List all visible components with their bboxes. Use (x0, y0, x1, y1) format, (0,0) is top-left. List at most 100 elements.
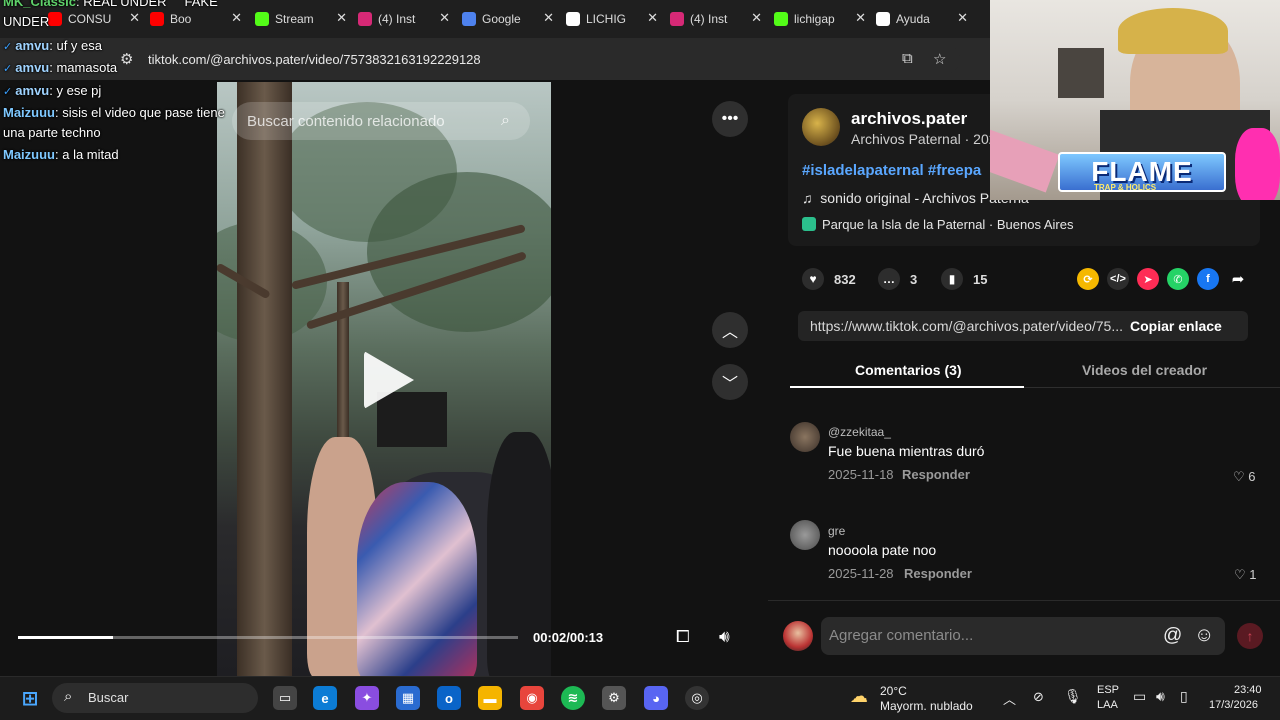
weather-desc[interactable]: Mayorm. nublado (880, 699, 973, 713)
next-video-button[interactable]: ﹀ (712, 364, 748, 400)
send-to-friend-icon[interactable]: ➤ (1137, 268, 1159, 290)
close-tab-icon[interactable]: ✕ (855, 10, 866, 26)
reply-button[interactable]: Responder (902, 467, 970, 482)
comment-like-button[interactable]: ♡ 6 (1233, 469, 1256, 485)
close-tab-icon[interactable]: ✕ (751, 10, 762, 26)
language-code[interactable]: ESP (1097, 684, 1119, 696)
instagram-icon (670, 12, 684, 26)
clock-time[interactable]: 23:40 (1234, 684, 1262, 696)
browser-tab[interactable]: (4) Inst ✕ (670, 6, 762, 32)
embed-icon[interactable]: </> (1107, 268, 1129, 290)
browser-tab[interactable]: Google ✕ (462, 6, 554, 32)
outlook-icon[interactable]: o (437, 686, 461, 710)
edge-icon[interactable]: e (313, 686, 337, 710)
browser-tab-title: LICHIG (586, 12, 627, 26)
bookmark-star-icon[interactable]: ☆ (933, 50, 946, 68)
post-comment-button[interactable]: ↑ (1237, 623, 1263, 649)
chat-text: : mamasota (49, 60, 118, 75)
browser-tab[interactable]: (4) Inst ✕ (358, 6, 450, 32)
verified-badge-icon: ✓ (3, 41, 16, 53)
close-tab-icon[interactable]: ✕ (957, 10, 968, 26)
close-tab-icon[interactable]: ✕ (231, 10, 242, 26)
comment-avatar[interactable] (790, 422, 820, 452)
file-explorer-icon[interactable]: ▬ (478, 686, 502, 710)
post-location[interactable]: Parque la Isla de la Paternal · Buenos A… (802, 217, 1073, 232)
comment-text: noooola pate noo (828, 542, 937, 558)
browser-tab[interactable]: lichigap ✕ (774, 6, 866, 32)
clock-date[interactable]: 17/3/2026 (1209, 699, 1258, 711)
taskbar-search[interactable] (52, 683, 258, 713)
chat-message: ✓ amvu: mamasota (3, 60, 117, 75)
pip-icon[interactable]: ⧠ (676, 627, 690, 647)
chevron-up-icon[interactable]: ︿ (1003, 689, 1016, 708)
comment-username[interactable]: gre (828, 524, 845, 538)
screen: CONSU ✕ Boo ✕ Stream ✕ (4) Inst ✕ Google ✕ LICHIG ✕… (0, 0, 1280, 720)
video-progress-bar[interactable] (18, 636, 518, 639)
display-icon[interactable]: ▭ (1133, 688, 1146, 705)
browser-tab-title: Stream (275, 12, 314, 26)
video-link[interactable]: https://www.tiktok.com/@archivos.pater/v… (810, 318, 1123, 334)
weather-temp[interactable]: 20°C (880, 684, 907, 698)
settings-icon[interactable]: ⚙ (602, 686, 626, 710)
close-tab-icon[interactable]: ✕ (647, 10, 658, 26)
browser-tab[interactable]: CONSU ✕ (48, 6, 140, 32)
creator-username[interactable]: archivos.pater (851, 109, 967, 129)
reply-button[interactable]: Responder (904, 566, 972, 581)
close-tab-icon[interactable]: ✕ (439, 10, 450, 26)
more-options-button[interactable]: ••• (712, 101, 748, 137)
task-view-icon[interactable]: ▭ (273, 686, 297, 710)
battery-icon[interactable]: ▯ (1180, 688, 1188, 705)
like-button[interactable]: ♥ 832 (802, 268, 856, 290)
browser-tab[interactable]: Boo ✕ (150, 6, 242, 32)
browser-tab[interactable]: LICHIG ✕ (566, 6, 658, 32)
obs-icon[interactable]: ◎ (685, 686, 709, 710)
google-icon (566, 12, 580, 26)
copy-link-button[interactable]: Copiar enlace (1130, 318, 1222, 334)
arrow-up-icon: ↑ (1246, 628, 1254, 644)
play-icon[interactable] (364, 351, 414, 409)
heart-icon: ♥ (802, 268, 824, 290)
url-text[interactable]: tiktok.com/@archivos.pater/video/7573832… (148, 52, 481, 67)
close-tab-icon[interactable]: ✕ (129, 10, 140, 26)
network-off-icon[interactable]: ⊘ (1033, 689, 1044, 705)
spotify-icon[interactable]: ≋ (561, 686, 585, 710)
repost-icon[interactable]: ⟳ (1077, 268, 1099, 290)
save-button[interactable]: ▮ 15 (941, 268, 987, 290)
creator-avatar[interactable] (802, 108, 840, 146)
post-hashtags[interactable]: #isladelapaternal #freepa (802, 162, 981, 179)
chrome-icon[interactable]: ◉ (520, 686, 544, 710)
comment-like-button[interactable]: ♡ 1 (1234, 567, 1257, 583)
browser-tab[interactable]: Ayuda ✕ (876, 6, 968, 32)
search-icon[interactable]: ⌕ (501, 112, 510, 130)
speaker-icon[interactable]: 🔊︎ (1156, 688, 1165, 705)
comment-avatar[interactable] (790, 520, 820, 550)
chat-text: : uf y esa (49, 38, 102, 53)
facebook-icon[interactable]: f (1197, 268, 1219, 290)
comment-button[interactable]: … 3 (878, 268, 917, 290)
comment-username[interactable]: @zzekitaa_ (828, 425, 891, 439)
chat-text: : y ese pj (49, 83, 102, 98)
discord-icon[interactable]: ◕ (644, 686, 668, 710)
volume-icon[interactable]: 🔊︎ (719, 627, 730, 647)
browser-tab-title: Boo (170, 12, 192, 26)
store-icon[interactable]: ▦ (396, 686, 420, 710)
share-arrow-icon[interactable]: ➦ (1227, 268, 1249, 290)
chat-message: ✓ amvu: uf y esa (3, 38, 102, 53)
tab-creator-videos[interactable]: Videos del creador (1082, 362, 1207, 378)
weather-icon[interactable]: ☁ (850, 686, 868, 707)
tab-comments[interactable]: Comentarios (3) (855, 362, 962, 378)
site-settings-icon[interactable]: ⚙ (120, 50, 133, 68)
emoji-icon[interactable]: ☺ (1194, 624, 1214, 647)
close-tab-icon[interactable]: ✕ (543, 10, 554, 26)
related-search-input[interactable]: Buscar contenido relacionado (247, 113, 445, 130)
mention-icon[interactable]: @ (1163, 625, 1182, 647)
install-app-icon[interactable]: ⧉ (902, 50, 913, 67)
previous-video-button[interactable]: ︿ (712, 312, 748, 348)
whatsapp-icon[interactable]: ✆ (1167, 268, 1189, 290)
microphone-icon[interactable]: 🎙︎ (1064, 688, 1082, 705)
keyboard-layout[interactable]: LAA (1097, 699, 1118, 711)
close-tab-icon[interactable]: ✕ (336, 10, 347, 26)
copilot-icon[interactable]: ✦ (355, 686, 379, 710)
windows-start-icon[interactable]: ⊞ (18, 686, 42, 710)
browser-tab[interactable]: Stream ✕ (255, 6, 347, 32)
